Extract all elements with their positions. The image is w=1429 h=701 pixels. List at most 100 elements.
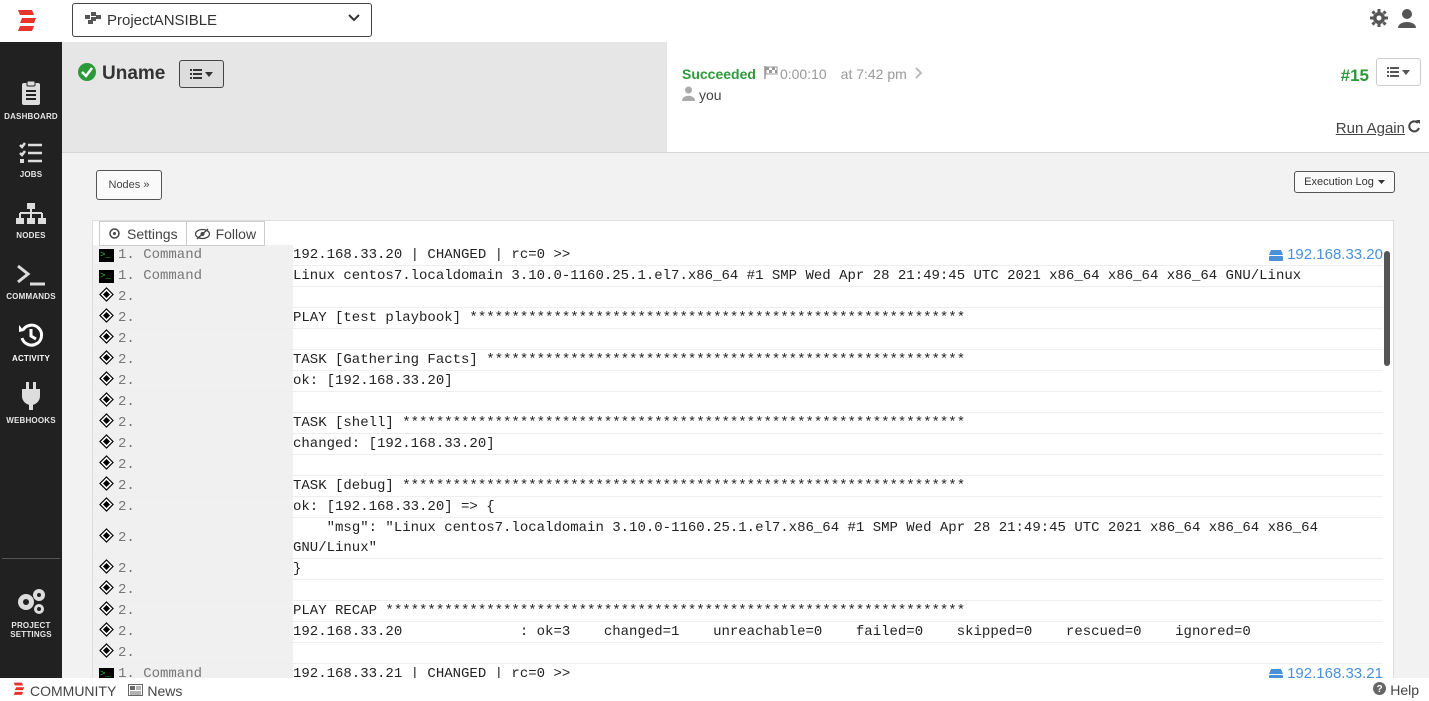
log-row-gutter[interactable]: 2. xyxy=(93,413,293,433)
sidebar-item-nodes[interactable]: NODES xyxy=(0,203,62,240)
log-row-gutter[interactable]: 2. xyxy=(93,476,293,496)
gears-icon xyxy=(18,589,45,614)
sidebar-item-project-settings[interactable]: PROJECT SETTINGS xyxy=(0,587,62,639)
sidebar-item-activity[interactable]: ACTIVITY xyxy=(0,322,62,363)
log-step-label: 2. xyxy=(118,478,135,494)
workflow-step-icon xyxy=(99,601,114,621)
log-row-gutter[interactable]: 2. xyxy=(93,622,293,642)
log-row-gutter[interactable]: 2. xyxy=(93,455,293,475)
log-row-gutter[interactable]: 2. xyxy=(93,559,293,579)
log-row-text: 192.168.33.20 | CHANGED | rc=0 >> 192.168… xyxy=(293,245,1383,265)
log-line: PLAY RECAP *****************************… xyxy=(293,603,966,619)
log-row-gutter[interactable]: 2. xyxy=(93,643,293,663)
log-row-text: changed: [192.168.33.20] xyxy=(293,434,1383,454)
gear-icon[interactable] xyxy=(1369,8,1389,33)
server-icon xyxy=(1269,249,1284,261)
log-row-gutter[interactable]: 2. xyxy=(93,434,293,454)
sidebar-item-jobs[interactable]: JOBS xyxy=(0,142,62,179)
job-name[interactable]: Uname xyxy=(102,63,165,85)
sidebar-item-label: SETTINGS xyxy=(10,630,52,639)
log-row: 2. ok: [192.168.33.20] => { xyxy=(93,497,1383,518)
log-line: PLAY [test playbook] *******************… xyxy=(293,310,966,326)
chevron-right-icon[interactable] xyxy=(915,66,923,82)
run-again-link[interactable]: Run Again xyxy=(1336,120,1421,137)
log-row-text xyxy=(293,580,1383,600)
workflow-step-icon xyxy=(99,559,114,579)
log-row-text xyxy=(293,329,1383,349)
log-row-text xyxy=(293,287,1383,307)
check-circle-icon xyxy=(78,62,96,86)
community-link[interactable]: COMMUNITY xyxy=(30,683,116,699)
sidebar-item-label: WEBHOOKS xyxy=(6,416,56,425)
newspaper-icon xyxy=(128,683,144,699)
workflow-step-icon xyxy=(99,476,114,496)
news-link[interactable]: News xyxy=(147,683,182,699)
log-row: 2. ok: [192.168.33.20] xyxy=(93,371,1383,392)
help-link[interactable]: Help xyxy=(1390,682,1419,698)
log-row-gutter[interactable]: 2. xyxy=(93,518,293,558)
log-row-gutter[interactable]: >_ 1. Command xyxy=(93,245,293,265)
log-row: 2. xyxy=(93,392,1383,413)
job-actions-button[interactable] xyxy=(179,60,225,88)
log-row-gutter[interactable]: 2. xyxy=(93,392,293,412)
execution-actions-button[interactable] xyxy=(1376,58,1421,86)
log-row: 2. xyxy=(93,643,1383,664)
execution-time[interactable]: at 7:42 pm xyxy=(841,66,907,82)
project-selector[interactable]: ProjectANSIBLE xyxy=(72,3,372,37)
footer: COMMUNITY News ? Help xyxy=(0,678,1429,701)
workflow-step-icon xyxy=(99,329,114,349)
execution-log-button[interactable]: Execution Log xyxy=(1294,171,1395,193)
node-name: 192.168.33.20 xyxy=(1287,246,1383,263)
log-step-label: 2. xyxy=(118,415,135,431)
log-row-text: TASK [debug] ***************************… xyxy=(293,476,1383,496)
workflow-step-icon xyxy=(99,413,114,433)
log-step-label: 2. xyxy=(118,394,135,410)
log-row-gutter[interactable]: 2. xyxy=(93,329,293,349)
log-row-text xyxy=(293,392,1383,412)
log-row-gutter[interactable]: 2. xyxy=(93,497,293,517)
log-scrollbar[interactable] xyxy=(1384,251,1390,366)
log-row-gutter[interactable]: 2. xyxy=(93,371,293,391)
log-step-label: 2. xyxy=(118,331,135,347)
log-follow-label: Follow xyxy=(215,225,257,242)
chevron-down-icon xyxy=(347,11,361,29)
gear-icon xyxy=(109,228,120,239)
rundeck-logo-icon[interactable] xyxy=(16,9,38,33)
log-row-gutter[interactable]: 2. xyxy=(93,601,293,621)
log-row-text: TASK [shell] ***************************… xyxy=(293,413,1383,433)
sidebar-item-webhooks[interactable]: WEBHOOKS xyxy=(0,382,62,425)
rundeck-logo-icon xyxy=(12,682,26,699)
nodes-button[interactable]: Nodes » xyxy=(96,170,162,200)
log-row: 2. "msg": "Linux centos7.localdomain 3.1… xyxy=(93,518,1383,559)
log-row-gutter[interactable]: 2. xyxy=(93,350,293,370)
sidebar-item-commands[interactable]: COMMANDS xyxy=(0,264,62,301)
log-row-gutter[interactable]: 2. xyxy=(93,308,293,328)
job-header: Uname xyxy=(62,42,667,152)
log-line: TASK [shell] ***************************… xyxy=(293,415,966,431)
log-follow-button[interactable]: Follow xyxy=(186,221,266,246)
log-row: 2. PLAY RECAP ***************************… xyxy=(93,601,1383,622)
log-row: 2. TASK [Gathering Facts] ***************… xyxy=(93,350,1383,371)
log-row-gutter[interactable]: 2. xyxy=(93,580,293,600)
user-icon[interactable] xyxy=(1397,8,1417,33)
log-row: 2. xyxy=(93,329,1383,350)
log-row-text: "msg": "Linux centos7.localdomain 3.10.0… xyxy=(293,518,1383,558)
log-step-label: 2. xyxy=(118,436,135,452)
terminal-icon: >_ xyxy=(99,248,114,262)
log-row-gutter[interactable]: >_ 1. Command xyxy=(93,266,293,286)
execution-log-label: Execution Log xyxy=(1304,176,1374,188)
log-settings-button[interactable]: Settings xyxy=(99,221,187,246)
sidebar-item-label: COMMANDS xyxy=(6,292,56,301)
log-step-label: 2. xyxy=(118,352,135,368)
caret-down-icon xyxy=(205,71,214,77)
node-link[interactable]: 192.168.33.20 xyxy=(1269,245,1383,265)
log-step-label: 2. xyxy=(118,603,135,619)
log-row: 2. xyxy=(93,455,1383,476)
workflow-step-icon xyxy=(99,392,114,412)
log-line: TASK [Gathering Facts] *****************… xyxy=(293,352,966,368)
log-row-gutter[interactable]: 2. xyxy=(93,287,293,307)
sidebar: DASHBOARD JOBS NODES COMMANDS ACTIVITY W… xyxy=(0,42,62,678)
log-line: 192.168.33.20 | CHANGED | rc=0 >> xyxy=(293,247,571,263)
execution-status: Succeeded xyxy=(682,66,756,82)
sidebar-item-dashboard[interactable]: DASHBOARD xyxy=(0,80,62,121)
